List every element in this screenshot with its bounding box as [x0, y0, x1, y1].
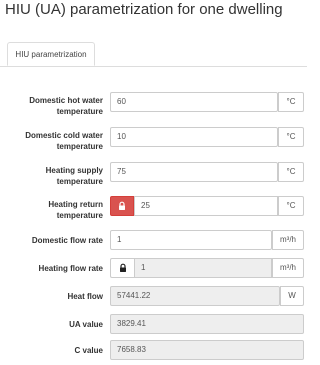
heating-supply-label: Heating supply temperature — [45, 166, 103, 186]
heat-flow-label: Heat flow — [67, 292, 103, 301]
heating-flow-lock-button[interactable] — [110, 258, 134, 278]
dcw-temperature-unit: °C — [278, 127, 304, 147]
lock-icon — [119, 201, 125, 210]
c-value-output: 7658.83 — [110, 340, 304, 360]
heating-flow-unit: m³/h — [272, 258, 304, 278]
heating-flow-input: 1 — [134, 258, 272, 278]
domestic-flow-unit: m³/h — [272, 230, 304, 250]
page-title: HIU (UA) parametrization for one dwellin… — [5, 1, 283, 18]
heating-return-label: Heating return temperature — [48, 200, 103, 220]
tab-hiu-parametrization[interactable]: HIU parametrization — [7, 42, 95, 66]
heating-return-lock-button[interactable] — [110, 196, 134, 216]
heating-return-input[interactable]: 25 — [134, 196, 278, 216]
heat-flow-output: 57441.22 — [110, 286, 280, 306]
domestic-flow-input[interactable]: 1 — [110, 230, 272, 250]
dcw-temperature-label: Domestic cold water temperature — [25, 131, 103, 151]
heat-flow-unit: W — [280, 286, 304, 306]
ua-value-output: 3829.41 — [110, 314, 304, 334]
heating-return-unit: °C — [278, 196, 304, 216]
heating-supply-input[interactable]: 75 — [110, 162, 278, 182]
heating-supply-unit: °C — [278, 162, 304, 182]
ua-value-label: UA value — [69, 320, 103, 329]
domestic-flow-label: Domestic flow rate — [31, 236, 103, 245]
dhw-temperature-label: Domestic hot water temperature — [29, 96, 103, 116]
dcw-temperature-input[interactable]: 10 — [110, 127, 278, 147]
tab-bar: HIU parametrization — [0, 42, 307, 67]
dhw-temperature-unit: °C — [278, 92, 304, 112]
heating-flow-label: Heating flow rate — [38, 264, 103, 273]
c-value-label: C value — [74, 346, 103, 355]
lock-icon — [119, 263, 126, 272]
dhw-temperature-input[interactable]: 60 — [110, 92, 278, 112]
